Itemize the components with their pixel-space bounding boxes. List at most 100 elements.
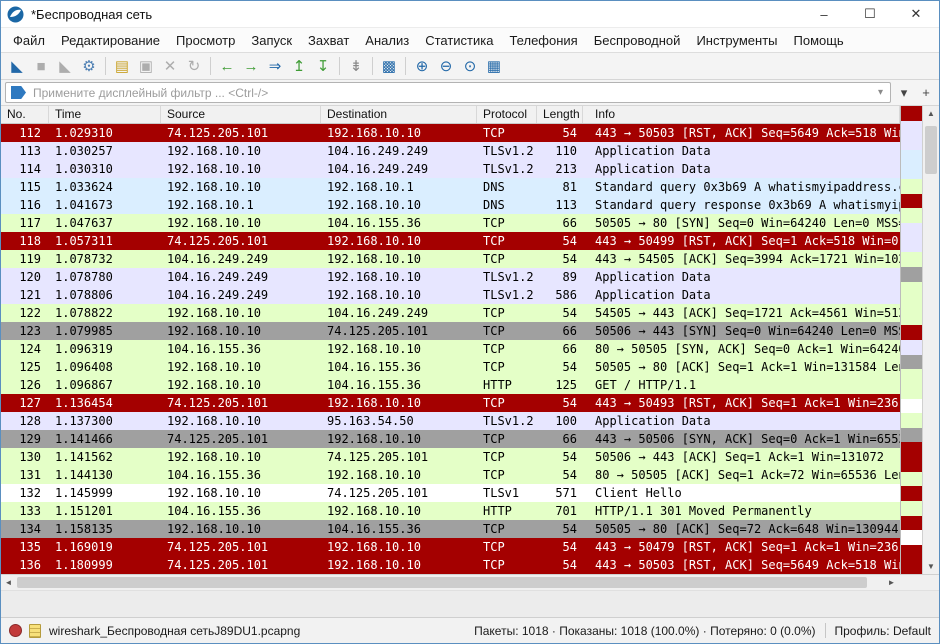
scroll-down-icon[interactable]: ▼ bbox=[923, 559, 939, 574]
cell-no: 120 bbox=[1, 268, 49, 286]
column-header-no[interactable]: No. bbox=[1, 106, 49, 123]
reload-file-icon[interactable]: ↻ bbox=[182, 54, 206, 78]
cell-time: 1.141562 bbox=[49, 448, 161, 466]
packet-row[interactable]: 1181.05731174.125.205.101192.168.10.10TC… bbox=[1, 232, 900, 250]
display-filter-field[interactable]: ▾ bbox=[5, 82, 891, 103]
packet-row[interactable]: 1171.047637192.168.10.10104.16.155.36TCP… bbox=[1, 214, 900, 232]
stop-capture-icon[interactable]: ■ bbox=[29, 54, 53, 78]
expert-info-icon[interactable] bbox=[9, 624, 22, 637]
packet-row[interactable]: 1151.033624192.168.10.10192.168.10.1DNS8… bbox=[1, 178, 900, 196]
packet-row[interactable]: 1201.078780104.16.249.249192.168.10.10TL… bbox=[1, 268, 900, 286]
packet-row[interactable]: 1241.096319104.16.155.36192.168.10.10TCP… bbox=[1, 340, 900, 358]
restart-capture-icon[interactable]: ◣ bbox=[53, 54, 77, 78]
zoom-reset-icon[interactable]: ⊙ bbox=[458, 54, 482, 78]
menu-item-1[interactable]: Редактирование bbox=[53, 30, 168, 51]
vertical-scrollbar[interactable]: ▲ ▼ bbox=[922, 106, 939, 574]
packet-row[interactable]: 1141.030310192.168.10.10104.16.249.249TL… bbox=[1, 160, 900, 178]
packet-row[interactable]: 1341.158135192.168.10.10104.16.155.36TCP… bbox=[1, 520, 900, 538]
maximize-button[interactable]: ☐ bbox=[847, 1, 893, 27]
cell-time: 1.096408 bbox=[49, 358, 161, 376]
column-header-protocol[interactable]: Protocol bbox=[477, 106, 537, 123]
scroll-left-icon[interactable]: ◄ bbox=[1, 575, 16, 590]
menu-item-7[interactable]: Телефония bbox=[501, 30, 585, 51]
column-header-length[interactable]: Length bbox=[537, 106, 583, 123]
open-file-icon[interactable]: ▤ bbox=[110, 54, 134, 78]
menu-item-4[interactable]: Захват bbox=[300, 30, 357, 51]
packet-row[interactable]: 1351.16901974.125.205.101192.168.10.10TC… bbox=[1, 538, 900, 556]
colorize-packets-icon[interactable]: ▩ bbox=[377, 54, 401, 78]
menu-item-9[interactable]: Инструменты bbox=[688, 30, 785, 51]
column-header-source[interactable]: Source bbox=[161, 106, 321, 123]
packet-row[interactable]: 1281.137300192.168.10.1095.163.54.50TLSv… bbox=[1, 412, 900, 430]
packet-row[interactable]: 1311.144130104.16.155.36192.168.10.10TCP… bbox=[1, 466, 900, 484]
cell-no: 127 bbox=[1, 394, 49, 412]
auto-scroll-icon[interactable]: ⇟ bbox=[344, 54, 368, 78]
menu-item-3[interactable]: Запуск bbox=[243, 30, 300, 51]
menu-item-6[interactable]: Статистика bbox=[417, 30, 501, 51]
packet-row[interactable]: 1121.02931074.125.205.101192.168.10.10TC… bbox=[1, 124, 900, 142]
cell-proto: TCP bbox=[477, 250, 537, 268]
filter-add-button[interactable]: + bbox=[917, 82, 935, 103]
filter-bookmark-icon[interactable] bbox=[11, 86, 26, 99]
packet-row[interactable]: 1331.151201104.16.155.36192.168.10.10HTT… bbox=[1, 502, 900, 520]
packet-color-minimap[interactable] bbox=[900, 106, 922, 574]
close-button[interactable]: ✕ bbox=[893, 1, 939, 27]
packet-row[interactable]: 1291.14146674.125.205.101192.168.10.10TC… bbox=[1, 430, 900, 448]
save-file-icon[interactable]: ▣ bbox=[134, 54, 158, 78]
cell-info: HTTP/1.1 301 Moved Permanently bbox=[583, 502, 900, 520]
display-filter-input[interactable] bbox=[31, 85, 871, 101]
menu-item-10[interactable]: Помощь bbox=[786, 30, 852, 51]
profile-label[interactable]: Профиль: Default bbox=[835, 624, 932, 638]
cell-src: 192.168.10.10 bbox=[161, 520, 321, 538]
packet-row[interactable]: 1271.13645474.125.205.101192.168.10.10TC… bbox=[1, 394, 900, 412]
go-forward-icon[interactable]: → bbox=[239, 54, 263, 78]
packet-row[interactable]: 1261.096867192.168.10.10104.16.155.36HTT… bbox=[1, 376, 900, 394]
packet-table-body: 1121.02931074.125.205.101192.168.10.10TC… bbox=[1, 124, 900, 574]
cell-no: 112 bbox=[1, 124, 49, 142]
zoom-out-icon[interactable]: ⊖ bbox=[434, 54, 458, 78]
menu-item-5[interactable]: Анализ bbox=[357, 30, 417, 51]
scroll-up-icon[interactable]: ▲ bbox=[923, 106, 939, 121]
go-back-icon[interactable]: ← bbox=[215, 54, 239, 78]
filter-expression-caret-icon[interactable]: ▾ bbox=[871, 87, 890, 98]
packet-row[interactable]: 1221.078822192.168.10.10104.16.249.249TC… bbox=[1, 304, 900, 322]
cell-src: 192.168.10.10 bbox=[161, 358, 321, 376]
menu-item-8[interactable]: Беспроводной bbox=[586, 30, 689, 51]
packet-row[interactable]: 1301.141562192.168.10.1074.125.205.101TC… bbox=[1, 448, 900, 466]
horizontal-scrollbar[interactable]: ◄ ► bbox=[1, 574, 899, 590]
cell-dst: 104.16.249.249 bbox=[321, 304, 477, 322]
cell-src: 104.16.155.36 bbox=[161, 466, 321, 484]
packet-row[interactable]: 1321.145999192.168.10.1074.125.205.101TL… bbox=[1, 484, 900, 502]
packet-row[interactable]: 1131.030257192.168.10.10104.16.249.249TL… bbox=[1, 142, 900, 160]
goto-packet-icon[interactable]: ⇒ bbox=[263, 54, 287, 78]
start-capture-icon[interactable]: ◣ bbox=[5, 54, 29, 78]
packet-row[interactable]: 1191.078732104.16.249.249192.168.10.10TC… bbox=[1, 250, 900, 268]
scroll-right-icon[interactable]: ► bbox=[884, 575, 899, 590]
cell-dst: 74.125.205.101 bbox=[321, 484, 477, 502]
column-header-info[interactable]: Info bbox=[583, 106, 900, 123]
packet-row[interactable]: 1231.079985192.168.10.1074.125.205.101TC… bbox=[1, 322, 900, 340]
cell-info: 443 → 50493 [RST, ACK] Seq=1 Ack=1 Win=2… bbox=[583, 394, 900, 412]
horizontal-scroll-thumb[interactable] bbox=[17, 577, 867, 588]
zoom-in-icon[interactable]: ⊕ bbox=[410, 54, 434, 78]
cell-info: GET / HTTP/1.1 bbox=[583, 376, 900, 394]
column-header-time[interactable]: Time bbox=[49, 106, 161, 123]
packet-row[interactable]: 1361.18099974.125.205.101192.168.10.10TC… bbox=[1, 556, 900, 574]
packet-row[interactable]: 1211.078806104.16.249.249192.168.10.10TL… bbox=[1, 286, 900, 304]
menu-item-0[interactable]: Файл bbox=[5, 30, 53, 51]
capture-options-icon[interactable]: ⚙ bbox=[77, 54, 101, 78]
filter-dropdown-button[interactable]: ▾ bbox=[895, 82, 913, 103]
packet-row[interactable]: 1251.096408192.168.10.10104.16.155.36TCP… bbox=[1, 358, 900, 376]
vertical-scroll-thumb[interactable] bbox=[925, 126, 937, 174]
minimize-button[interactable]: – bbox=[801, 1, 847, 27]
close-file-icon[interactable]: ✕ bbox=[158, 54, 182, 78]
packet-row[interactable]: 1161.041673192.168.10.1192.168.10.10DNS1… bbox=[1, 196, 900, 214]
first-packet-icon[interactable]: ↥ bbox=[287, 54, 311, 78]
resize-columns-icon[interactable]: ▦ bbox=[482, 54, 506, 78]
main-toolbar: ◣■◣⚙▤▣✕↻←→⇒↥↧⇟▩⊕⊖⊙▦ bbox=[1, 52, 939, 80]
column-header-destination[interactable]: Destination bbox=[321, 106, 477, 123]
capture-comment-icon[interactable] bbox=[29, 624, 41, 638]
last-packet-icon[interactable]: ↧ bbox=[311, 54, 335, 78]
cell-no: 114 bbox=[1, 160, 49, 178]
menu-item-2[interactable]: Просмотр bbox=[168, 30, 243, 51]
